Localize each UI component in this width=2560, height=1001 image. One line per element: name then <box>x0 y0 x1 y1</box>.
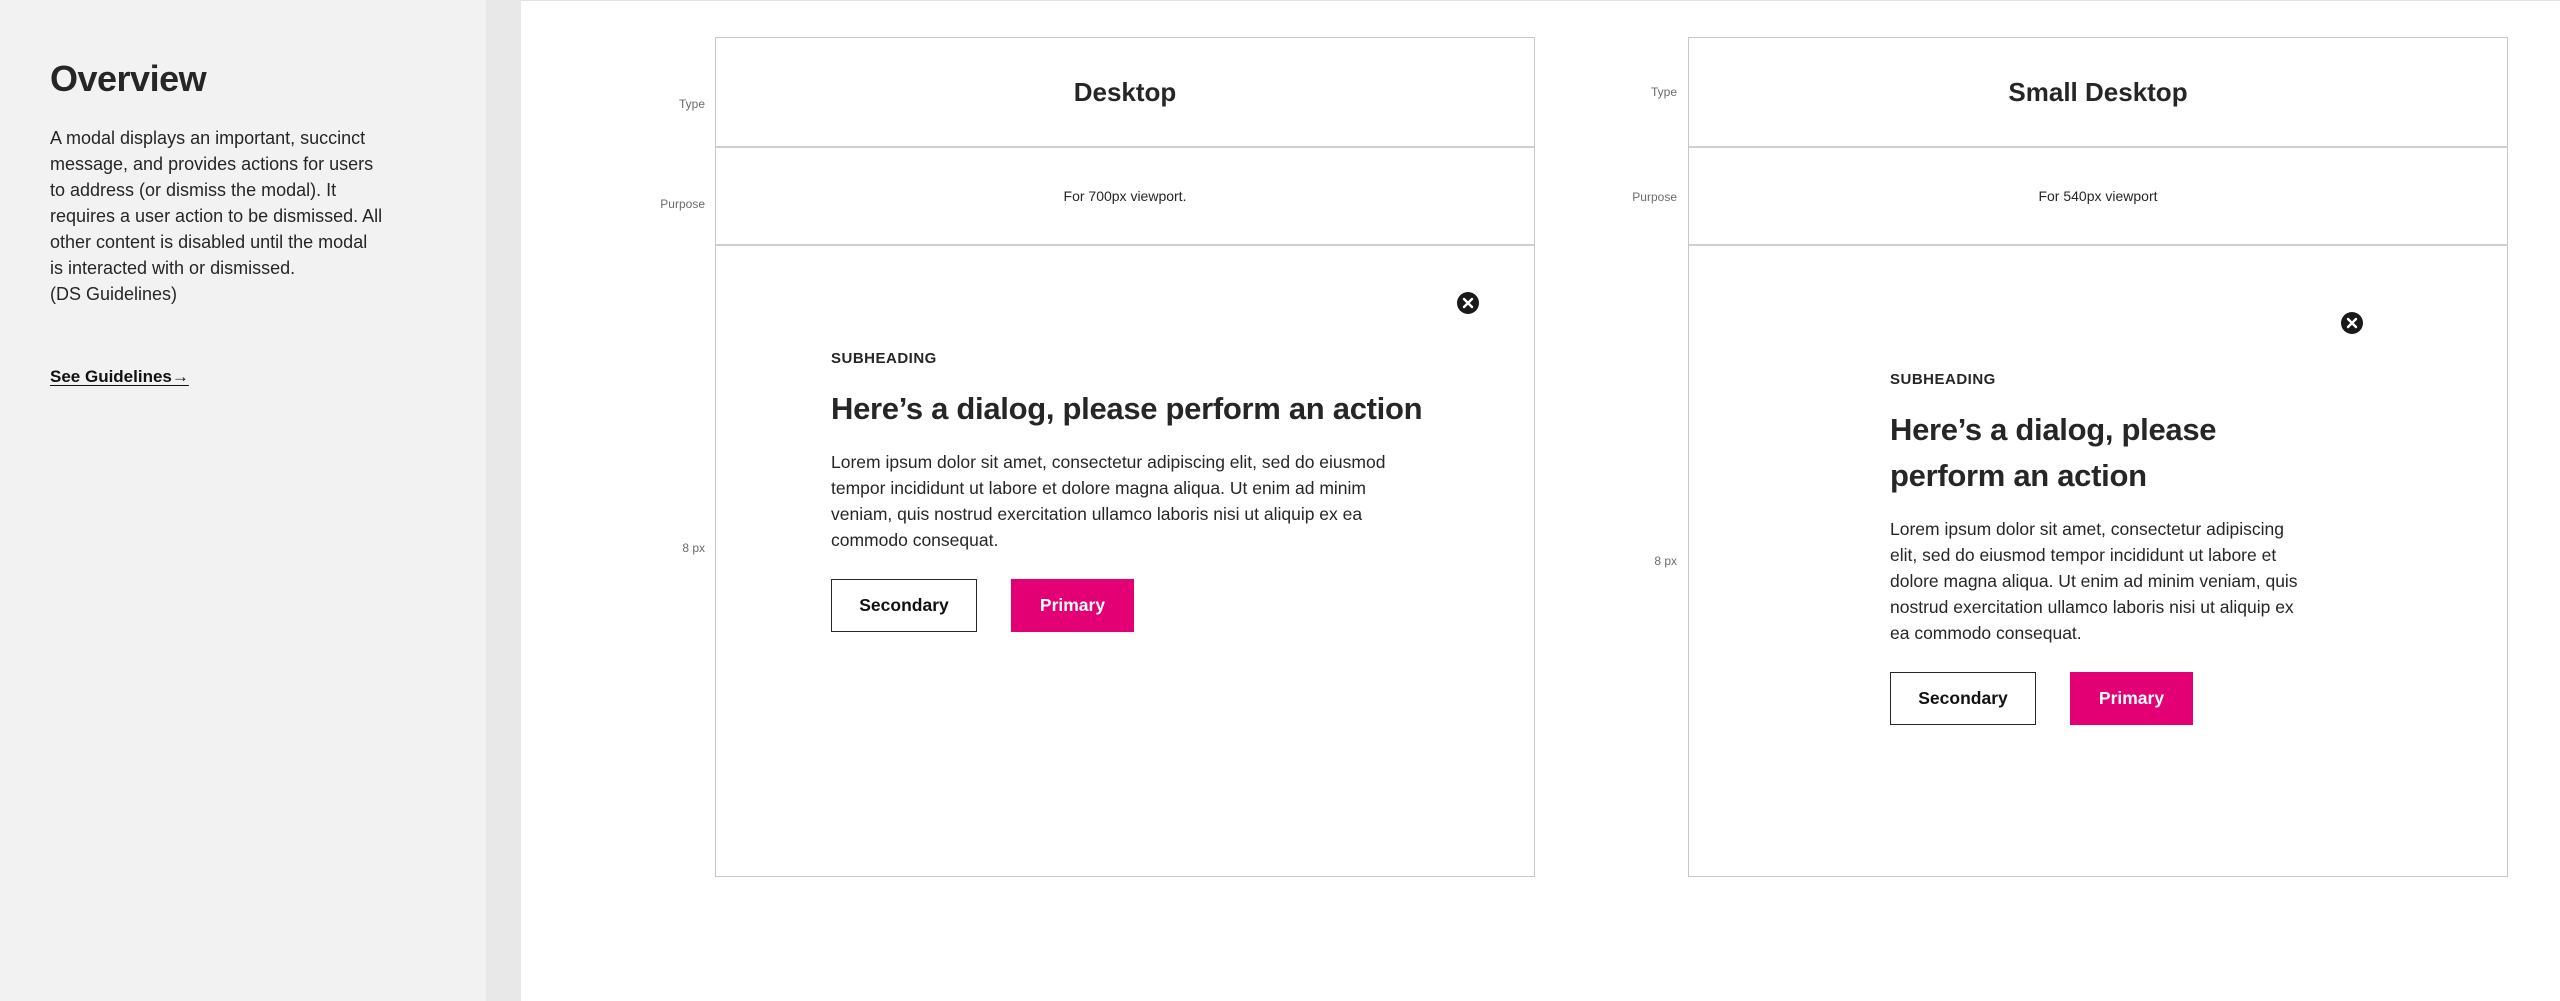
modal-preview: SUBHEADING Here’s a dialog, please perfo… <box>716 246 1534 876</box>
dialog-heading: Here’s a dialog, please perform an actio… <box>831 391 1423 426</box>
primary-button[interactable]: Primary <box>1011 579 1134 632</box>
row-label-spacing: 8 px <box>682 541 705 555</box>
dialog-actions: Secondary Primary <box>831 579 1431 632</box>
modal-preview: SUBHEADING Here’s a dialog, please perfo… <box>1689 246 2507 876</box>
modal-dialog: SUBHEADING Here’s a dialog, please perfo… <box>831 350 1431 632</box>
dialog-subheading: SUBHEADING <box>1890 371 1996 388</box>
variant-desktop: Desktop For 700px viewport. SUBHEADING H… <box>715 37 1535 877</box>
see-guidelines-link[interactable]: See Guidelines→ <box>50 367 189 387</box>
top-divider <box>521 0 2560 1</box>
dialog-actions: Secondary Primary <box>1890 672 2305 725</box>
dialog-body: Lorem ipsum dolor sit amet, consectetur … <box>831 452 1386 550</box>
row-label-spacing: 8 px <box>1654 554 1677 568</box>
secondary-button[interactable]: Secondary <box>1890 672 2036 725</box>
close-icon[interactable] <box>1457 292 1479 314</box>
variant-small-desktop: Small Desktop For 540px viewport SUBHEAD… <box>1688 37 2508 877</box>
sidebar-gutter <box>486 0 521 1001</box>
row-label-purpose: Purpose <box>660 197 705 211</box>
variant-type: Desktop <box>716 38 1534 148</box>
dialog-subheading: SUBHEADING <box>831 350 937 367</box>
secondary-button[interactable]: Secondary <box>831 579 977 632</box>
dialog-heading: Here’s a dialog, please perform an actio… <box>1890 412 2217 493</box>
overview-sidebar: Overview A modal displays an important, … <box>0 0 486 1001</box>
variant-purpose: For 700px viewport. <box>716 148 1534 246</box>
modal-dialog: SUBHEADING Here’s a dialog, please perfo… <box>1890 371 2305 725</box>
row-label-type: Type <box>1650 85 1677 99</box>
overview-title: Overview <box>50 58 207 99</box>
variant-purpose: For 540px viewport <box>1689 148 2507 246</box>
primary-button[interactable]: Primary <box>2070 672 2193 725</box>
close-icon[interactable] <box>2341 312 2363 334</box>
row-label-purpose: Purpose <box>1632 190 1677 204</box>
dialog-body: Lorem ipsum dolor sit amet, consectetur … <box>1890 519 2298 643</box>
variant-type: Small Desktop <box>1689 38 2507 148</box>
overview-description: A modal displays an important, succinct … <box>50 128 383 304</box>
row-label-type: Type <box>678 97 705 111</box>
